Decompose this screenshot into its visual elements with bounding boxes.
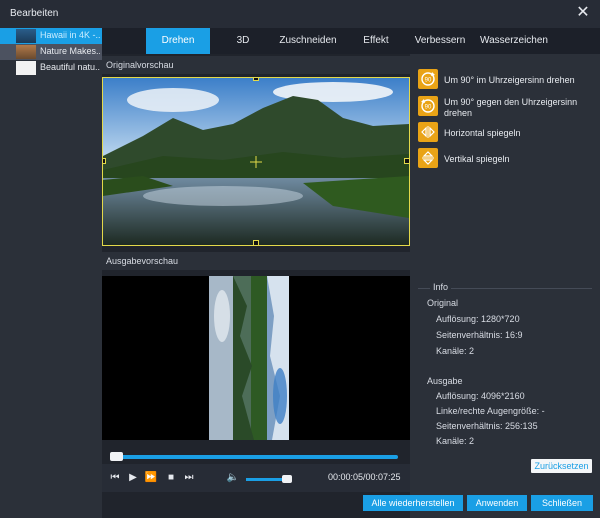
original-preview-label: Originalvorschau: [102, 56, 410, 74]
flip-vertical-button[interactable]: Vertikal spiegeln: [418, 148, 598, 170]
fast-forward-icon[interactable]: ⏩: [144, 471, 158, 485]
video-list-item-3[interactable]: Beautiful natu...: [0, 60, 102, 76]
svg-text:90: 90: [425, 78, 432, 84]
video-list-item-1[interactable]: Hawaii in 4K -...: [0, 28, 102, 44]
rotate-panel: 90 Um 90° im Uhrzeigersinn drehen 90 Um …: [410, 54, 600, 518]
seek-handle[interactable]: [110, 452, 123, 461]
flip-horizontal-button[interactable]: Horizontal spiegeln: [418, 122, 598, 144]
output-preview: [102, 276, 410, 440]
crop-handle-left[interactable]: [103, 158, 106, 164]
close-icon[interactable]: ✕: [574, 4, 592, 22]
flip-vertical-label: Vertikal spiegeln: [444, 154, 510, 164]
original-resolution: Auflösung: 1280*720: [436, 314, 520, 324]
stop-icon[interactable]: ■: [164, 471, 178, 485]
original-preview-image: [103, 78, 409, 245]
crop-handle-bottom[interactable]: [253, 240, 259, 245]
flip-horizontal-icon: [418, 122, 438, 142]
video-list-sidebar: Hawaii in 4K -... Nature Makes... Beauti…: [0, 28, 102, 518]
rotate-counterclockwise-label: Um 90° gegen den Uhrzeigersinn drehen: [444, 97, 578, 118]
restore-all-button[interactable]: Alle wiederherstellen: [363, 495, 463, 511]
video-list-item-2[interactable]: Nature Makes...: [0, 44, 102, 60]
tab-rotate[interactable]: Drehen: [146, 28, 210, 54]
title-bar: Bearbeiten ✕: [0, 0, 600, 29]
flip-vertical-icon: [418, 148, 438, 168]
tab-crop[interactable]: Zuschneiden: [278, 28, 338, 54]
video-list-item-label: Nature Makes...: [40, 46, 100, 56]
video-list-item-label: Hawaii in 4K -...: [40, 30, 100, 40]
volume-slider-handle[interactable]: [282, 475, 292, 483]
rotate-clockwise-label: Um 90° im Uhrzeigersinn drehen: [444, 75, 575, 85]
video-list-item-label: Beautiful natu...: [40, 62, 100, 72]
tab-watermark[interactable]: Wasserzeichen: [480, 28, 548, 54]
volume-icon[interactable]: 🔈: [226, 471, 240, 485]
output-channels: Kanäle: 2: [436, 436, 475, 446]
output-preview-image: [209, 276, 289, 440]
video-thumbnail: [16, 29, 36, 43]
close-button[interactable]: Schließen: [531, 495, 593, 511]
flip-horizontal-label: Horizontal spiegeln: [444, 128, 521, 138]
original-aspect-ratio: Seitenverhältnis: 16:9: [436, 330, 523, 340]
original-heading: Original: [427, 298, 459, 308]
video-thumbnail: [16, 61, 36, 75]
output-heading: Ausgabe: [427, 376, 463, 386]
tab-3d[interactable]: 3D: [228, 28, 258, 54]
skip-to-start-icon[interactable]: ⏮: [108, 471, 122, 485]
preview-area: Originalvorschau Ausgabevorschau ⏮ ▶ ⏩ ■…: [102, 54, 410, 518]
rotate-counterclockwise-icon: 90: [418, 96, 438, 116]
window-title: Bearbeiten: [10, 8, 59, 19]
original-preview[interactable]: [102, 77, 410, 246]
info-title: Info: [430, 282, 452, 292]
rotate-clockwise-icon: 90: [418, 69, 438, 89]
playback-controls: ⏮ ▶ ⏩ ■ ⏭ 🔈 00:00:05/00:07:25: [102, 464, 410, 492]
skip-to-end-icon[interactable]: ⏭: [182, 471, 196, 485]
output-preview-label: Ausgabevorschau: [102, 252, 410, 270]
edit-tabs: Drehen 3D Zuschneiden Effekt Verbessern …: [102, 28, 600, 54]
output-resolution: Auflösung: 4096*2160: [436, 391, 525, 401]
play-icon[interactable]: ▶: [126, 471, 140, 485]
reset-button[interactable]: Zurücksetzen: [531, 459, 592, 473]
tab-effect[interactable]: Effekt: [358, 28, 394, 54]
playback-timecode: 00:00:05/00:07:25: [328, 472, 401, 482]
rotate-clockwise-button[interactable]: 90 Um 90° im Uhrzeigersinn drehen: [418, 69, 598, 91]
rotate-counterclockwise-button[interactable]: 90 Um 90° gegen den Uhrzeigersinn drehen: [418, 96, 598, 122]
output-eye-size: Linke/rechte Augengröße: -: [436, 406, 545, 416]
video-thumbnail: [16, 45, 36, 59]
tab-enhance[interactable]: Verbessern: [412, 28, 468, 54]
apply-button[interactable]: Anwenden: [467, 495, 527, 511]
seek-bar[interactable]: [114, 455, 398, 459]
svg-text:90: 90: [425, 105, 432, 111]
original-channels: Kanäle: 2: [436, 346, 475, 356]
crop-handle-top[interactable]: [253, 78, 259, 81]
output-aspect-ratio: Seitenverhältnis: 256:135: [436, 421, 538, 431]
